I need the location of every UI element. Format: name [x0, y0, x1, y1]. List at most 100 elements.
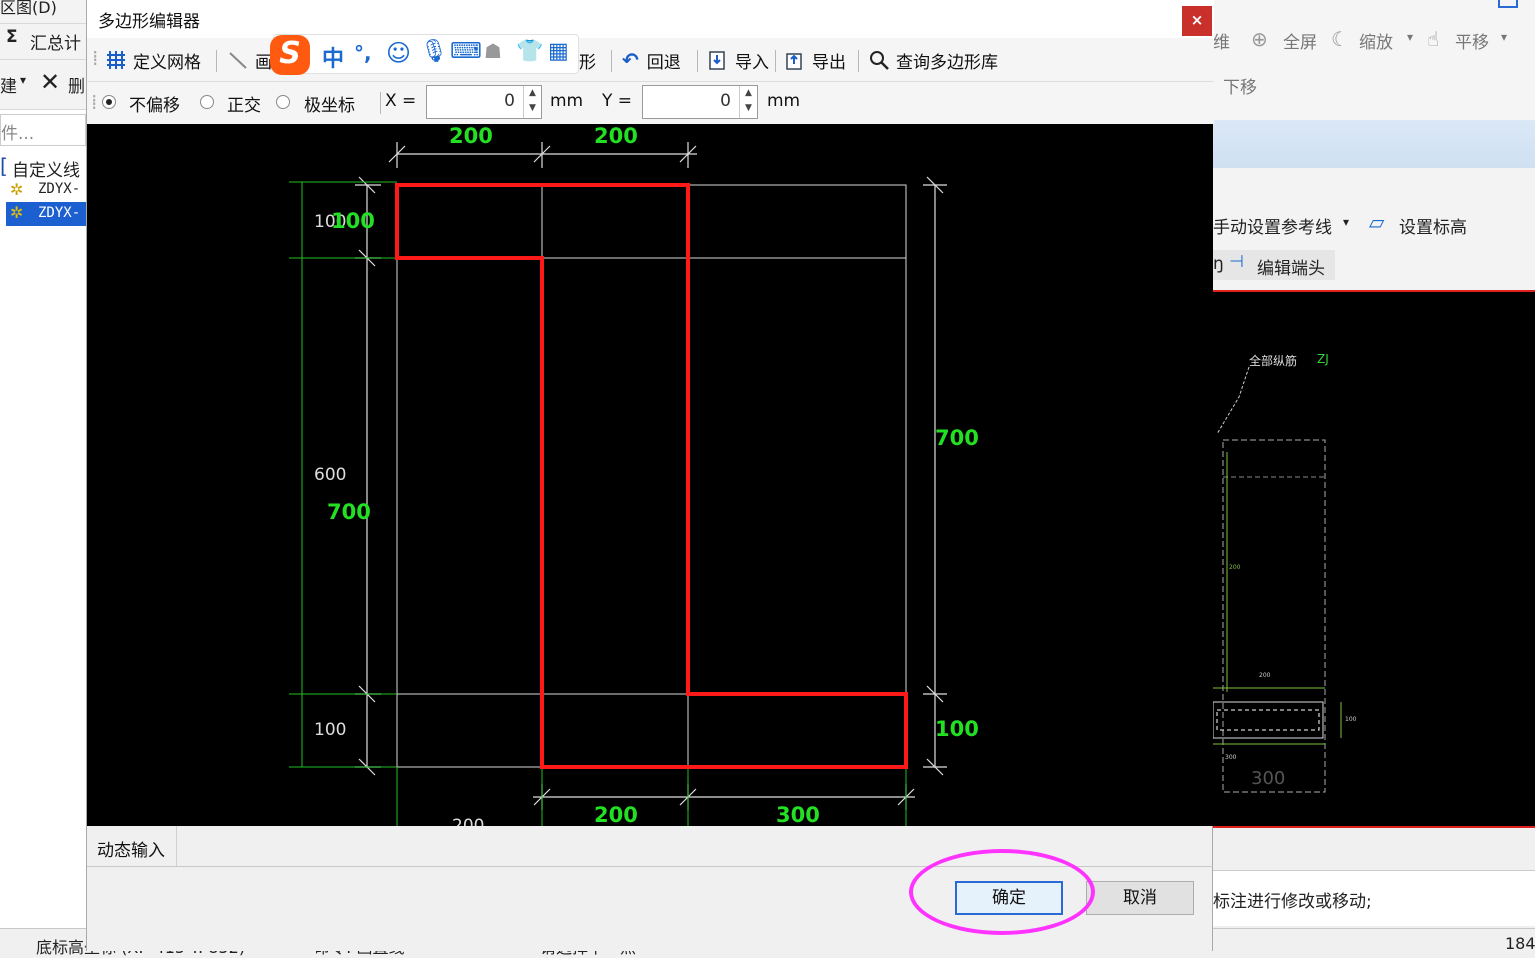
- tab-fragment: ŋ: [1213, 254, 1224, 274]
- command-hint-panel: 标注进行修改或移动;: [1213, 870, 1535, 926]
- dynamic-input-label: 动态输入: [97, 841, 165, 861]
- toolbar-separator: [216, 50, 217, 72]
- grid-icon: [107, 51, 125, 69]
- dim-label-right-2: 100: [935, 717, 979, 741]
- import-button[interactable]: 导入: [707, 47, 769, 73]
- polygon-drawing-canvas[interactable]: 200 200 100 100 600 700 100 700 100 200 …: [87, 124, 1213, 826]
- y-spinner-arrows[interactable]: ▲ ▼: [739, 86, 757, 118]
- dim-label-left-2: 600: [314, 465, 347, 485]
- gear-icon: ✲: [10, 203, 24, 222]
- x-unit: mm: [550, 91, 584, 111]
- tree-item-label: ZDYX-: [38, 181, 81, 197]
- window-icon: [1498, 0, 1518, 8]
- skin-shirt-icon[interactable]: 👕: [516, 39, 543, 64]
- dim-label-bottom-2: 300: [776, 803, 820, 826]
- edit-end-button: 编辑端头: [1257, 259, 1325, 279]
- grid-menu-icon[interactable]: ▦: [548, 39, 569, 64]
- sogou-logo-icon[interactable]: S: [270, 35, 310, 75]
- toolbar-separator: [380, 92, 381, 114]
- x-label: X =: [385, 91, 417, 111]
- dim-label: 300: [1225, 754, 1237, 761]
- dim-label-green-left-1: 100: [331, 209, 375, 233]
- view-3d-button[interactable]: 维: [1213, 28, 1230, 53]
- dialog-title: 多边形编辑器: [98, 12, 200, 32]
- dim-label-bottom-cut: 200: [452, 816, 485, 826]
- toolbar-separator: [611, 50, 612, 72]
- microphone-icon[interactable]: 🎙: [420, 39, 448, 64]
- dim-label-top-1: 200: [449, 124, 493, 148]
- green-dimension-lines: [289, 181, 907, 826]
- x-coordinate-input[interactable]: 0 ▲ ▼: [426, 85, 542, 119]
- search-icon: [870, 51, 889, 70]
- search-placeholder: 件...: [1, 124, 35, 144]
- define-grid-button[interactable]: 定义网格: [105, 47, 201, 73]
- status-right: 184: [1505, 934, 1535, 953]
- grid-lines: [396, 184, 907, 768]
- undo-label: 回退: [646, 52, 681, 73]
- pan-button[interactable]: 平移: [1455, 28, 1489, 53]
- set-reference-line-button[interactable]: 手动设置参考线: [1213, 213, 1332, 238]
- new-button[interactable]: 建: [0, 72, 17, 97]
- draw-line-button[interactable]: 画: [227, 47, 272, 73]
- ime-toolbar[interactable]: S 中 °, ☺ 🎙 ⌨ ☗ 👕 ▦: [270, 34, 579, 75]
- ime-mode-button[interactable]: 中: [322, 41, 344, 73]
- polygon-outline[interactable]: [395, 183, 908, 769]
- dim-label-bottom-1: 200: [594, 803, 638, 826]
- no-offset-label: 不偏移: [129, 96, 180, 116]
- delete-icon[interactable]: ✕: [40, 68, 60, 96]
- tree-root[interactable]: 自定义线: [12, 156, 80, 181]
- edit-end-tab[interactable]: ŋ ⊣ 编辑端头: [1213, 250, 1335, 280]
- shape-button[interactable]: 形: [579, 47, 596, 73]
- toolbar-grip-icon: ⁞: [92, 46, 99, 70]
- define-grid-label: 定义网格: [133, 52, 201, 73]
- delete-button[interactable]: 删: [68, 72, 85, 97]
- undo-button[interactable]: ↶ 回退: [622, 47, 681, 73]
- tree-bracket-icon: [: [0, 154, 8, 178]
- x-spinner-arrows[interactable]: ▲ ▼: [523, 86, 541, 118]
- edit-ribbon: 手动设置参考线 ▾ ⏥ 设置标高 ŋ ⊣ 编辑端头: [1213, 168, 1535, 290]
- export-label: 导出: [812, 52, 846, 73]
- summary-button[interactable]: 汇总计: [30, 29, 81, 54]
- search-input[interactable]: 件...: [0, 114, 86, 146]
- menu-item-fragment[interactable]: 区图(D): [0, 0, 57, 18]
- undo-icon: ↶: [622, 48, 639, 72]
- y-unit: mm: [767, 91, 801, 111]
- cancel-button[interactable]: 取消: [1086, 881, 1194, 915]
- x-value: 0: [504, 91, 515, 111]
- keyboard-icon[interactable]: ⌨: [450, 39, 482, 64]
- no-offset-radio[interactable]: [102, 95, 116, 109]
- elevation-icon: ⏥: [1369, 210, 1385, 234]
- ribbon-strip: [1213, 120, 1535, 168]
- fullscreen-button[interactable]: 全屏: [1283, 28, 1317, 53]
- import-icon: [709, 51, 725, 70]
- query-polygon-library-button[interactable]: 查询多边形库: [868, 47, 998, 73]
- editor-toolbar: ⁞ 定义网格 画 形 ↶ 回退 导入 导出 查询多边形库: [87, 38, 1214, 82]
- y-label: Y =: [602, 91, 633, 111]
- dimension-lines: [355, 142, 947, 810]
- dim-label: 200: [1229, 564, 1241, 571]
- punctuation-icon[interactable]: °,: [354, 41, 372, 65]
- emoji-icon[interactable]: ☺: [386, 39, 411, 67]
- dim-label: 200: [1259, 672, 1271, 679]
- export-icon: [786, 53, 802, 70]
- y-value: 0: [720, 91, 731, 111]
- polar-radio[interactable]: [276, 95, 290, 109]
- y-coordinate-input[interactable]: 0 ▲ ▼: [642, 85, 758, 119]
- background-section-drawing: [1213, 366, 1342, 793]
- close-button[interactable]: ×: [1182, 6, 1212, 36]
- main-drawing-canvas[interactable]: 全部纵筋 ZJ 200 200 100 300 300: [1213, 290, 1535, 828]
- toolbar-grip-icon: ⁞: [91, 90, 98, 114]
- chevron-down-icon: ▾: [1501, 30, 1508, 44]
- polygon-editor-dialog: 多边形编辑器 × ⁞ 定义网格 画 形 ↶ 回退 导入 导出 查询多边形库 S …: [86, 0, 1214, 951]
- export-button[interactable]: 导出: [784, 47, 846, 73]
- canvas-label-code: ZJ: [1317, 352, 1329, 366]
- user-icon[interactable]: ☗: [484, 39, 502, 63]
- dialog-titlebar[interactable]: 多边形编辑器 ×: [87, 0, 1214, 38]
- tab-dynamic-input[interactable]: 动态输入: [87, 826, 177, 866]
- zoom-button[interactable]: 缩放: [1359, 28, 1393, 53]
- gear-icon: ✲: [10, 180, 24, 199]
- orthogonal-radio[interactable]: [200, 95, 214, 109]
- set-elevation-button[interactable]: 设置标高: [1399, 213, 1467, 238]
- tree-item-selected[interactable]: ✲ ZDYX-: [6, 202, 86, 226]
- move-down-button[interactable]: 下移: [1223, 73, 1257, 98]
